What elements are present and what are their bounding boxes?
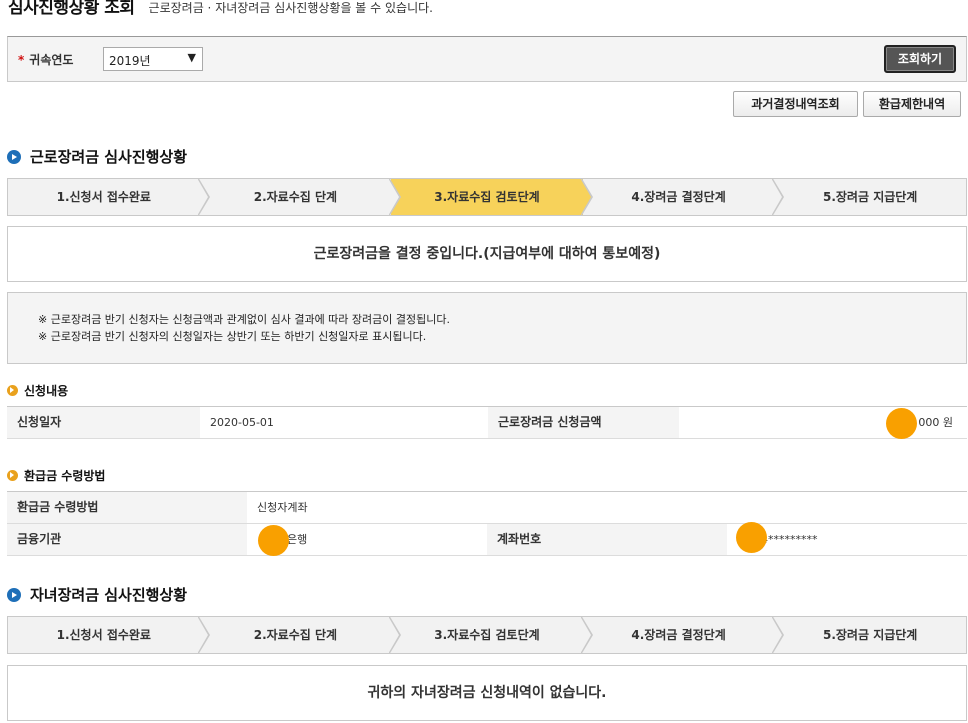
amount-label: 근로장려금 신청금액 bbox=[488, 407, 679, 438]
earned-credit-status-message: 근로장려금을 결정 중입니다.(지급여부에 대하여 통보예정) bbox=[7, 226, 967, 282]
step-4: 4.장려금 결정단계 bbox=[583, 617, 785, 653]
application-table: 신청일자 2020-05-01 근로장려금 신청금액 000 원 bbox=[7, 406, 967, 439]
refund-method-label: 환급금 수령방법 bbox=[7, 492, 247, 523]
search-button[interactable]: 조회하기 bbox=[884, 45, 956, 73]
step-4: 4.장려금 결정단계 bbox=[583, 179, 785, 215]
bank-label: 금융기관 bbox=[7, 524, 247, 555]
page-header: 심사진행상황 조회 근로장려금 · 자녀장려금 심사진행상황을 볼 수 있습니다… bbox=[8, 0, 433, 18]
required-mark: * bbox=[18, 53, 25, 67]
section-bullet-icon bbox=[7, 149, 21, 164]
step-5: 5.장려금 지급단계 bbox=[822, 190, 918, 204]
redaction-dot bbox=[886, 408, 917, 439]
redaction-dot bbox=[736, 522, 767, 553]
year-select-value: 2019년 bbox=[109, 54, 151, 68]
date-label: 신청일자 bbox=[7, 407, 200, 438]
page-title: 심사진행상황 조회 bbox=[8, 0, 135, 18]
step-2: 2.자료수집 단계 bbox=[200, 617, 402, 653]
refund-title: 환급금 수령방법 bbox=[7, 467, 105, 484]
notice-line-2: ※ 근로장려금 반기 신청자의 신청일자는 상반기 또는 하반기 신청일자로 표… bbox=[38, 330, 427, 343]
application-title: 신청내용 bbox=[7, 382, 68, 399]
earned-credit-steps: 1.신청서 접수완료 2.자료수집 단계 3.자료수집 검토단계 4.장려금 결… bbox=[7, 178, 967, 216]
account-label: 계좌번호 bbox=[487, 524, 727, 555]
child-credit-status-message: 귀하의 자녀장려금 신청내역이 없습니다. bbox=[7, 665, 967, 721]
table-row: 신청일자 2020-05-01 근로장려금 신청금액 000 원 bbox=[7, 407, 967, 439]
step-1: 1.신청서 접수완료 bbox=[8, 179, 210, 215]
child-credit-steps: 1.신청서 접수완료 2.자료수집 단계 3.자료수집 검토단계 4.장려금 결… bbox=[7, 616, 967, 654]
step-5: 5.장려금 지급단계 bbox=[822, 628, 918, 642]
date-value: 2020-05-01 bbox=[200, 407, 488, 438]
table-row: 환급금 수령방법 신청자계좌 bbox=[7, 492, 967, 524]
redaction-dot bbox=[258, 525, 289, 556]
step-2: 2.자료수집 단계 bbox=[200, 179, 402, 215]
sub-bullet-icon bbox=[7, 470, 18, 481]
past-decisions-button[interactable]: 과거결정내역조회 bbox=[733, 91, 858, 117]
earned-credit-section-title: 근로장려금 심사진행상황 bbox=[7, 146, 187, 167]
refund-limit-button[interactable]: 환급제한내역 bbox=[863, 91, 961, 117]
notice-box: ※ 근로장려금 반기 신청자는 신청금액과 관계없이 심사 결과에 따라 장려금… bbox=[7, 292, 967, 364]
chevron-down-icon: ▼ bbox=[187, 51, 196, 64]
notice-line-1: ※ 근로장려금 반기 신청자는 신청금액과 관계없이 심사 결과에 따라 장려금… bbox=[38, 313, 450, 326]
year-select[interactable]: 2019년 ▼ bbox=[103, 47, 203, 71]
step-1: 1.신청서 접수완료 bbox=[8, 617, 210, 653]
child-credit-section-title: 자녀장려금 심사진행상황 bbox=[7, 584, 187, 605]
section-bullet-icon bbox=[7, 587, 21, 602]
refund-method-value: 신청자계좌 bbox=[247, 492, 967, 523]
amount-value: 000 원 bbox=[679, 407, 967, 438]
refund-table: 환급금 수령방법 신청자계좌 금융기관 은행 계좌번호 4********* bbox=[7, 491, 967, 556]
page-description: 근로장려금 · 자녀장려금 심사진행상황을 볼 수 있습니다. bbox=[148, 1, 433, 15]
step-3-active: 3.자료수집 검토단계 bbox=[391, 179, 593, 215]
search-panel: * 귀속연도 2019년 ▼ 조회하기 bbox=[7, 36, 967, 82]
year-label: * 귀속연도 bbox=[18, 53, 74, 67]
table-row: 금융기관 은행 계좌번호 4********* bbox=[7, 524, 967, 556]
sub-bullet-icon bbox=[7, 385, 18, 396]
step-3: 3.자료수집 검토단계 bbox=[391, 617, 593, 653]
